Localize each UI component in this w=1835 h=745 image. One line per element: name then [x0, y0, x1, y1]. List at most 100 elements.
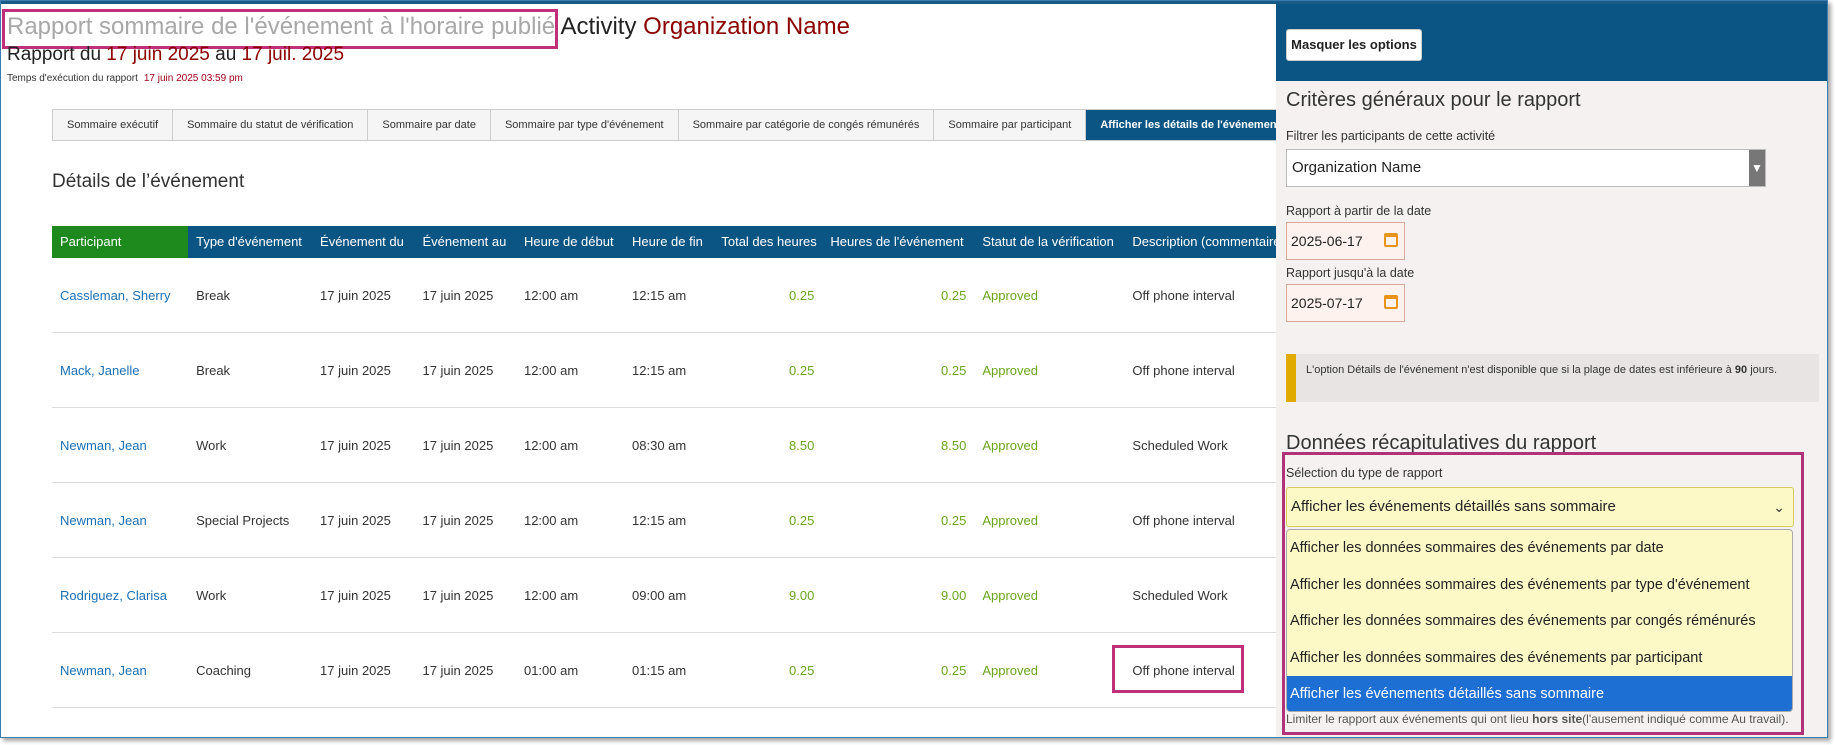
report-type-option[interactable]: Afficher les données sommaires des événe…	[1287, 567, 1792, 604]
end-time-cell: 12:15 am	[632, 512, 687, 528]
description-cell: Scheduled Work	[1132, 587, 1228, 603]
from-date-label: Rapport à partir de la date	[1286, 204, 1432, 218]
participant-filter-select[interactable]: Organization Name ▼	[1286, 149, 1766, 187]
start-time-cell: 12:00 am	[523, 512, 579, 528]
tab-by-date[interactable]: Sommaire par date	[368, 110, 491, 140]
activity-label: Activity	[560, 13, 637, 40]
total-hours-cell: 8.50	[789, 437, 815, 453]
event-type-cell: Work	[196, 437, 227, 453]
participant-cell[interactable]: Newman, Jean	[52, 663, 188, 678]
verification-status-cell: Approved	[982, 287, 1038, 303]
event-hours-cell: 0.25	[941, 512, 967, 528]
calendar-icon[interactable]	[1384, 295, 1398, 309]
report-type-select[interactable]: Afficher les événements détaillés sans s…	[1286, 487, 1794, 527]
report-tabs: Sommaire exécutif Sommaire du statut de …	[52, 109, 1296, 141]
col-event-to[interactable]: Événement au	[414, 226, 516, 258]
event-hours-cell: 9.00	[941, 587, 967, 603]
from-date-value: 2025-06-17	[1291, 233, 1363, 249]
col-description[interactable]: Description (commentaires)	[1124, 226, 1282, 258]
event-to-cell: 17 juin 2025	[422, 512, 494, 528]
event-to-cell: 17 juin 2025	[422, 587, 494, 603]
range-prefix: Rapport du	[7, 44, 102, 65]
event-hours-cell: 0.25	[941, 287, 967, 303]
options-panel: Masquer les options Critères généraux po…	[1276, 4, 1827, 737]
col-event-type[interactable]: Type d'événement	[188, 226, 312, 258]
range-from: 17 juin 2025	[106, 44, 210, 65]
event-from-cell: 17 juin 2025	[320, 587, 391, 603]
range-to: 17 juil. 2025	[241, 44, 345, 65]
hide-options-button[interactable]: Masquer les options	[1286, 29, 1422, 61]
col-event-from[interactable]: Événement du	[312, 226, 414, 258]
chevron-down-icon: ▼	[1749, 150, 1765, 186]
organization-name: Organization Name	[643, 13, 850, 40]
info-text: L'option Détails de l'événement n'est di…	[1306, 364, 1732, 376]
end-time-cell: 01:15 am	[632, 662, 687, 678]
event-to-cell: 17 juin 2025	[422, 287, 494, 303]
total-hours-cell: 0.25	[789, 662, 815, 678]
participant-cell[interactable]: Rodriguez, Clarisa	[52, 588, 188, 603]
total-hours-cell: 0.25	[789, 512, 815, 528]
table-body: Cassleman, Sherry Break 17 juin 2025 17 jui…	[52, 258, 1282, 708]
table-row: Newman, Jean Coaching 17 juin 2025 17 juin …	[52, 633, 1282, 708]
filter-label: Filtrer les participants de cette activi…	[1286, 129, 1496, 143]
tab-executive-summary[interactable]: Sommaire exécutif	[53, 110, 174, 140]
from-date-input[interactable]: 2025-06-17	[1286, 222, 1405, 260]
table-row: Newman, Jean Special Projects 17 juin 2025…	[52, 483, 1282, 558]
offsite-filter-text: Limiter le rapport aux événements qui on…	[1286, 711, 1806, 727]
participant-cell[interactable]: Cassleman, Sherry	[52, 288, 188, 303]
description-cell: Off phone interval	[1132, 512, 1235, 528]
end-time-cell: 08:30 am	[632, 437, 687, 453]
end-time-cell: 12:15 am	[632, 362, 687, 378]
tab-event-details[interactable]: Afficher les détails de l'événement	[1086, 110, 1295, 140]
report-type-option[interactable]: Afficher les données sommaires des événe…	[1287, 603, 1792, 640]
col-start-time[interactable]: Heure de début	[516, 226, 624, 258]
general-criteria-title: Critères généraux pour le rapport	[1286, 89, 1581, 111]
report-type-option[interactable]: Afficher les données sommaires des événe…	[1287, 640, 1792, 677]
event-type-cell: Special Projects	[196, 512, 290, 528]
participant-cell[interactable]: Mack, Janelle	[52, 363, 188, 378]
participant-cell[interactable]: Newman, Jean	[52, 438, 188, 453]
col-total-hours[interactable]: Total des heures	[713, 226, 822, 258]
tab-by-event-type[interactable]: Sommaire par type d'événement	[491, 110, 679, 140]
total-hours-cell: 0.25	[789, 287, 815, 303]
report-type-value: Afficher les événements détaillés sans s…	[1291, 498, 1616, 515]
report-type-option[interactable]: Afficher les données sommaires des événe…	[1287, 530, 1792, 567]
end-time-cell: 12:15 am	[632, 287, 687, 303]
to-date-input[interactable]: 2025-07-17	[1286, 284, 1405, 322]
panel-header: Masquer les options	[1276, 4, 1827, 81]
total-hours-cell: 0.25	[789, 362, 815, 378]
verification-status-cell: Approved	[982, 662, 1038, 678]
table-row: Newman, Jean Work 17 juin 2025 17 juin 2025…	[52, 408, 1282, 483]
tab-by-paid-leave[interactable]: Sommaire par catégorie de congés rémunér…	[679, 110, 935, 140]
section-title: Détails de l’événement	[52, 171, 245, 192]
start-time-cell: 12:00 am	[523, 587, 579, 603]
col-end-time[interactable]: Heure de fin	[624, 226, 713, 258]
tab-by-participant[interactable]: Sommaire par participant	[934, 110, 1087, 140]
report-window: Rapport sommaire de l'événement à l'hora…	[0, 0, 1828, 738]
exec-time: 17 juin 2025 03:59 pm	[143, 73, 243, 84]
participant-cell[interactable]: Newman, Jean	[52, 513, 188, 528]
start-time-cell: 12:00 am	[523, 362, 579, 378]
col-participant[interactable]: Participant	[52, 226, 189, 258]
offsite-text-2: (l'ausement indiqué comme Au travail).	[1582, 712, 1789, 726]
table-row: Rodriguez, Clarisa Work 17 juin 2025 17 jui…	[52, 558, 1282, 633]
report-type-dropdown: Afficher les données sommaires des événe…	[1286, 529, 1793, 712]
verification-status-cell: Approved	[982, 362, 1038, 378]
offsite-text-bold: hors site	[1532, 712, 1583, 726]
calendar-icon[interactable]	[1384, 233, 1398, 247]
event-type-cell: Break	[196, 287, 231, 303]
end-time-cell: 09:00 am	[632, 587, 687, 603]
tab-verification-status[interactable]: Sommaire du statut de vérification	[173, 110, 369, 140]
to-date-label: Rapport jusqu'à la date	[1286, 266, 1415, 280]
to-date-value: 2025-07-17	[1291, 295, 1363, 311]
exec-label: Temps d'exécution du rapport	[7, 73, 138, 84]
report-type-option[interactable]: Afficher les événements détaillés sans s…	[1287, 676, 1792, 711]
offsite-text-1: Limiter le rapport aux événements qui on…	[1286, 712, 1529, 726]
col-verification-status[interactable]: Statut de la vérification	[974, 226, 1124, 258]
col-event-hours[interactable]: Heures de l'événement	[822, 226, 974, 258]
event-details-table: Participant Type d'événement Événement d…	[52, 226, 1282, 708]
event-to-cell: 17 juin 2025	[422, 662, 494, 678]
event-from-cell: 17 juin 2025	[320, 287, 391, 303]
chevron-down-icon: ⌄	[1773, 499, 1785, 515]
event-type-cell: Break	[196, 362, 231, 378]
